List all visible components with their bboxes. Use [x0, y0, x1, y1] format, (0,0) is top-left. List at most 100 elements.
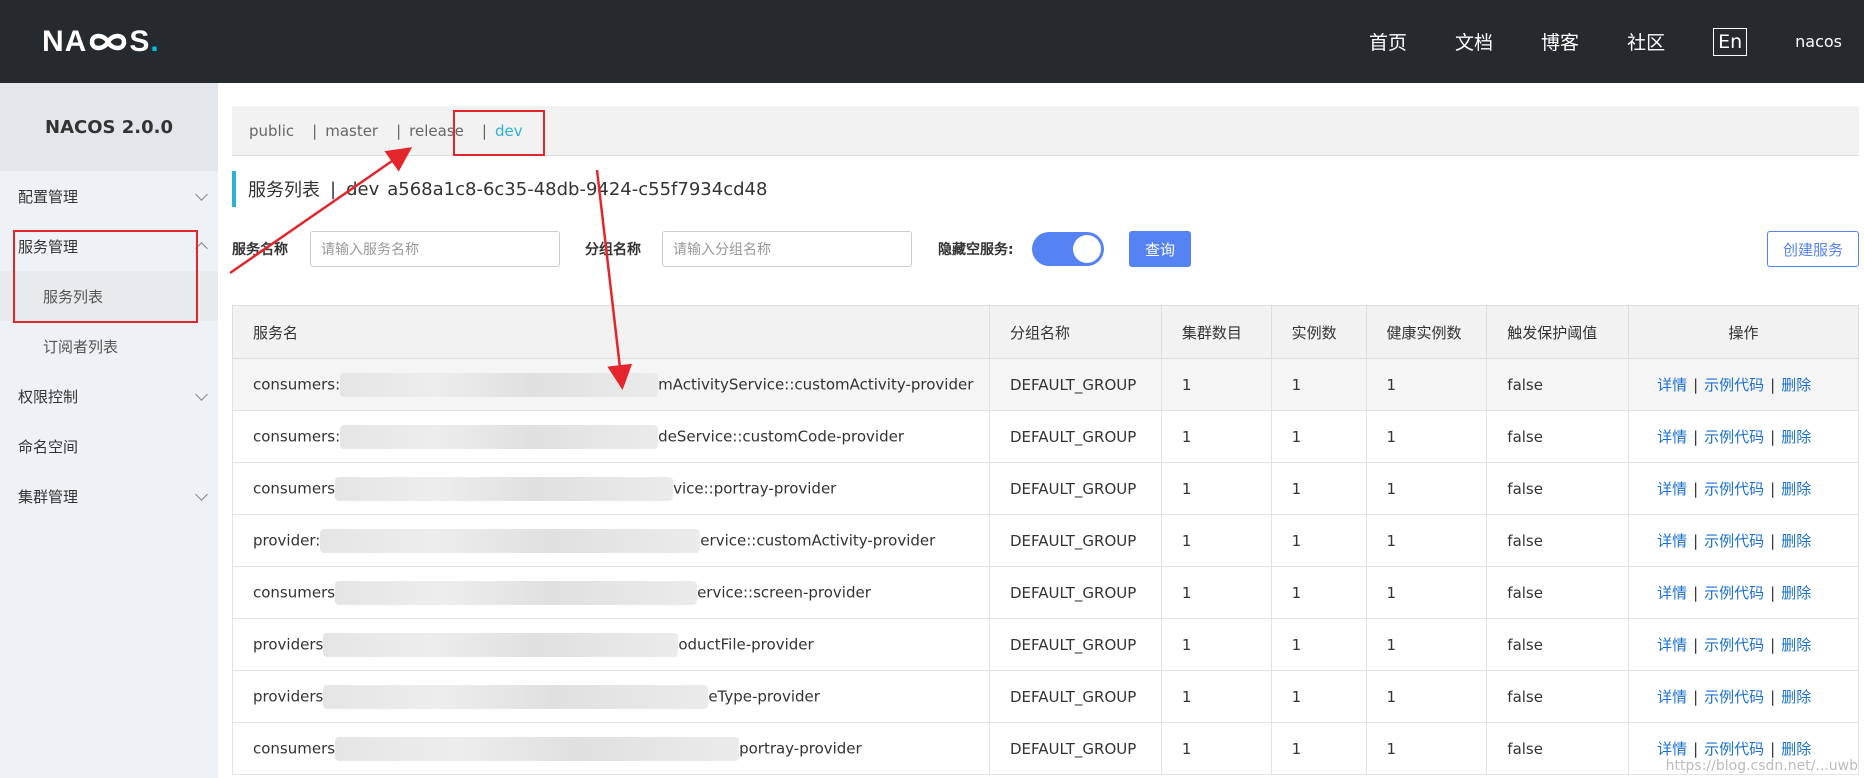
sidebar-item-subscriber-list[interactable]: 订阅者列表 — [0, 321, 218, 371]
cell-instances: 1 — [1270, 670, 1367, 723]
cell-healthy: 1 — [1365, 514, 1488, 567]
sidebar-item-config[interactable]: 配置管理 — [0, 171, 218, 221]
namespace-tab-release[interactable]: release — [409, 122, 464, 140]
cell-instances: 1 — [1270, 358, 1367, 411]
action-separator: | — [1693, 428, 1699, 446]
cell-group: DEFAULT_GROUP — [988, 410, 1162, 463]
sample-code-link[interactable]: 示例代码 — [1704, 584, 1764, 602]
sample-code-link[interactable]: 示例代码 — [1704, 532, 1764, 550]
cell-healthy: 1 — [1365, 618, 1488, 671]
group-name-input[interactable]: 请输入分组名称 — [662, 231, 912, 267]
namespace-tab-public[interactable]: public — [249, 122, 294, 140]
table-row[interactable]: consumers: mActivityService::customActivi… — [232, 358, 1859, 411]
action-separator: | — [1770, 584, 1776, 602]
sample-code-link[interactable]: 示例代码 — [1704, 376, 1764, 394]
sidebar-item-cluster-management[interactable]: 集群管理 — [0, 471, 218, 521]
redacted-blur — [340, 372, 659, 397]
cell-clusters: 1 — [1160, 722, 1272, 775]
table-row[interactable]: providers eType-provider DEFAULT_GROUP 1 1 1 f… — [232, 670, 1859, 723]
sidebar-item-label: 命名空间 — [18, 437, 79, 456]
table-row[interactable]: consumers portray-provider DEFAULT_GROUP 1 1… — [232, 722, 1859, 775]
namespace-separator: | — [312, 121, 318, 140]
table-row[interactable]: consumers vice::portray-provider DEFAULT_G… — [232, 462, 1859, 515]
cell-threshold: false — [1486, 670, 1630, 723]
nacos-logo[interactable]: NA S . — [42, 22, 160, 62]
cell-group: DEFAULT_GROUP — [988, 514, 1162, 567]
sidebar-item-service-list[interactable]: 服务列表 — [0, 271, 218, 321]
chevron-down-icon — [195, 487, 208, 501]
cell-service-name: consumers vice::portray-provider — [232, 462, 990, 515]
sidebar-item-access-control[interactable]: 权限控制 — [0, 371, 218, 421]
namespace-tab-dev[interactable]: dev — [495, 122, 523, 140]
delete-link[interactable]: 删除 — [1781, 740, 1811, 758]
detail-link[interactable]: 详情 — [1657, 428, 1687, 446]
cell-service-name: providers eType-provider — [232, 670, 990, 723]
logo-dot: . — [150, 25, 160, 58]
nav-docs-link[interactable]: 文档 — [1455, 28, 1493, 55]
nav-community-link[interactable]: 社区 — [1627, 28, 1665, 55]
column-header-threshold: 触发保护阈值 — [1486, 305, 1630, 359]
delete-link[interactable]: 删除 — [1781, 636, 1811, 654]
action-separator: | — [1770, 428, 1776, 446]
table-row[interactable]: consumers: deService::customCode-provider… — [232, 410, 1859, 463]
delete-link[interactable]: 删除 — [1781, 688, 1811, 706]
delete-link[interactable]: 删除 — [1781, 584, 1811, 602]
action-separator: | — [1770, 636, 1776, 654]
delete-link[interactable]: 删除 — [1781, 376, 1811, 394]
table-row[interactable]: consumers ervice::screen-provider DEFAULT_… — [232, 566, 1859, 619]
sidebar-item-namespace[interactable]: 命名空间 — [0, 421, 218, 471]
page-title-namespace-id: a568a1c8-6c35-48db-9424-c55f7934cd48 — [387, 178, 768, 200]
detail-link[interactable]: 详情 — [1657, 584, 1687, 602]
service-name-prefix: consumers — [253, 739, 336, 757]
cell-healthy: 1 — [1365, 566, 1488, 619]
detail-link[interactable]: 详情 — [1657, 740, 1687, 758]
service-name-suffix: deService::customCode-provider — [658, 427, 904, 445]
cell-group: DEFAULT_GROUP — [988, 358, 1162, 411]
sample-code-link[interactable]: 示例代码 — [1704, 428, 1764, 446]
action-separator: | — [1693, 532, 1699, 550]
detail-link[interactable]: 详情 — [1657, 376, 1687, 394]
table-row[interactable]: provider: ervice::customActivity-provider… — [232, 514, 1859, 567]
cell-instances: 1 — [1270, 410, 1367, 463]
hide-empty-toggle[interactable] — [1032, 232, 1104, 266]
service-name-suffix: eType-provider — [708, 687, 820, 705]
detail-link[interactable]: 详情 — [1657, 688, 1687, 706]
cell-service-name: consumers ervice::screen-provider — [232, 566, 990, 619]
watermark-text: https://blog.csdn.net/...uwb — [1665, 758, 1858, 774]
column-header-service-name: 服务名 — [232, 305, 990, 359]
nav-blog-link[interactable]: 博客 — [1541, 28, 1579, 55]
delete-link[interactable]: 删除 — [1781, 480, 1811, 498]
cell-instances: 1 — [1270, 722, 1367, 775]
sample-code-link[interactable]: 示例代码 — [1704, 636, 1764, 654]
create-service-button[interactable]: 创建服务 — [1767, 231, 1859, 267]
delete-link[interactable]: 删除 — [1781, 428, 1811, 446]
column-header-group: 分组名称 — [988, 305, 1162, 359]
cell-group: DEFAULT_GROUP — [988, 722, 1162, 775]
nav-home-link[interactable]: 首页 — [1369, 28, 1407, 55]
sample-code-link[interactable]: 示例代码 — [1704, 740, 1764, 758]
language-toggle-button[interactable]: En — [1713, 27, 1748, 56]
sample-code-link[interactable]: 示例代码 — [1704, 688, 1764, 706]
action-separator: | — [1770, 376, 1776, 394]
group-name-label: 分组名称 — [585, 242, 641, 258]
detail-link[interactable]: 详情 — [1657, 636, 1687, 654]
page-title: 服务列表 | dev a568a1c8-6c35-48db-9424-c55f7… — [232, 171, 767, 207]
cell-instances: 1 — [1270, 566, 1367, 619]
cell-threshold: false — [1486, 410, 1630, 463]
namespace-tab-master[interactable]: master — [325, 122, 378, 140]
query-button[interactable]: 查询 — [1129, 231, 1191, 267]
table-row[interactable]: providers oductFile-provider DEFAULT_GROUP… — [232, 618, 1859, 671]
detail-link[interactable]: 详情 — [1657, 480, 1687, 498]
delete-link[interactable]: 删除 — [1781, 532, 1811, 550]
service-name-input[interactable]: 请输入服务名称 — [310, 231, 560, 267]
column-header-healthy: 健康实例数 — [1365, 305, 1488, 359]
page-title-text: 服务列表 — [248, 180, 320, 201]
user-menu[interactable]: nacos — [1795, 32, 1842, 51]
cell-clusters: 1 — [1160, 358, 1272, 411]
sample-code-link[interactable]: 示例代码 — [1704, 480, 1764, 498]
detail-link[interactable]: 详情 — [1657, 532, 1687, 550]
sidebar-item-service-management[interactable]: 服务管理 — [0, 221, 218, 271]
cell-service-name: consumers: deService::customCode-provider — [232, 410, 990, 463]
sidebar-item-label: 集群管理 — [18, 487, 79, 506]
cell-healthy: 1 — [1365, 670, 1488, 723]
